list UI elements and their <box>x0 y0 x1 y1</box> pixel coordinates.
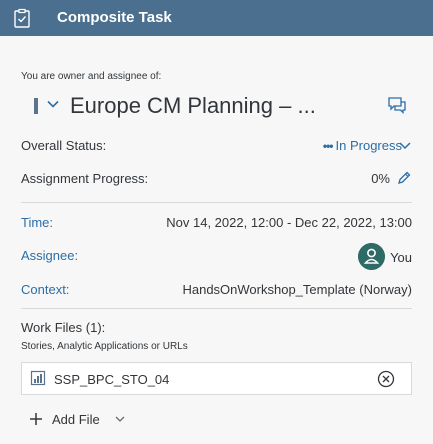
chevron-down-icon[interactable] <box>398 140 412 152</box>
overall-status-row: Overall Status: ••• In Progress <box>21 136 412 156</box>
status-select[interactable]: ••• In Progress <box>322 138 411 153</box>
work-file-item[interactable]: SSP_BPC_STO_04 <box>21 362 412 395</box>
assignment-progress-label: Assignment Progress: <box>21 171 149 186</box>
overall-status-label: Overall Status: <box>21 138 107 153</box>
work-file-name[interactable]: SSP_BPC_STO_04 <box>54 372 169 387</box>
clipboard-icon <box>14 8 30 28</box>
work-files-label: Work Files (1): <box>21 320 106 335</box>
plan-marker <box>34 98 38 114</box>
user-avatar-icon[interactable] <box>358 243 385 270</box>
status-dots: ••• <box>322 138 334 153</box>
plus-icon <box>30 413 42 425</box>
chevron-down-icon[interactable] <box>114 414 126 424</box>
status-value: In Progress <box>335 138 402 153</box>
assignee-label: Assignee: <box>21 248 79 263</box>
assignee-value[interactable]: You <box>390 250 412 265</box>
context-value: HandsOnWorkshop_Template (Norway) <box>182 282 412 297</box>
task-content: You are owner and assignee of: Europe CM… <box>0 36 433 444</box>
assignment-progress-value: 0% <box>371 171 390 186</box>
chevron-down-icon[interactable] <box>46 97 60 111</box>
divider <box>21 202 412 203</box>
add-file-label: Add File <box>52 411 100 427</box>
context-label: Context: <box>21 282 70 297</box>
divider <box>21 308 412 309</box>
plan-title: Europe CM Planning – ... <box>70 93 316 118</box>
story-icon <box>30 370 46 386</box>
time-label: Time: <box>21 215 54 230</box>
assignee-row: Assignee: You <box>21 243 412 270</box>
owner-label: You are owner and assignee of: <box>21 71 162 82</box>
context-row: Context: HandsOnWorkshop_Template (Norwa… <box>21 280 412 300</box>
remove-icon[interactable] <box>377 370 395 388</box>
add-file-button[interactable]: Add File <box>29 409 126 429</box>
comments-icon[interactable] <box>387 96 407 114</box>
task-header: Composite Task <box>0 0 433 36</box>
task-title: Composite Task <box>57 9 172 26</box>
time-row: Time: Nov 14, 2022, 12:00 - Dec 22, 2022… <box>21 213 412 233</box>
time-value: Nov 14, 2022, 12:00 - Dec 22, 2022, 13:0… <box>166 215 412 230</box>
work-files-sublabel: Stories, Analytic Applications or URLs <box>21 341 188 352</box>
assignment-progress-row: Assignment Progress: 0% <box>21 169 412 189</box>
edit-icon[interactable] <box>396 170 412 186</box>
plan-title-row[interactable]: Europe CM Planning – ... <box>0 92 433 122</box>
